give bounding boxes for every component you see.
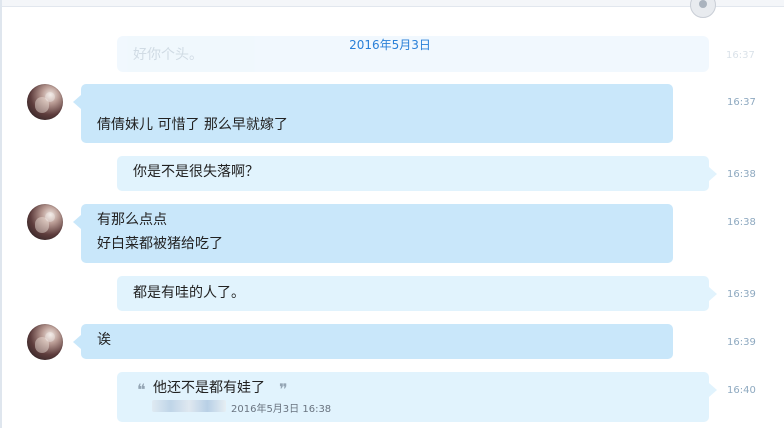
outgoing-message-bubble[interactable]: 都是有哇的人了。: [117, 276, 717, 311]
sender-avatar[interactable]: [27, 204, 63, 240]
message-time: 16:38: [727, 169, 756, 180]
date-separator: 2016年5月3日: [349, 38, 431, 52]
message-time: 16:40: [727, 385, 756, 396]
message-time: 16:37: [727, 97, 756, 108]
message-text: 你是不是很失落啊？: [133, 164, 259, 180]
outgoing-quote-bubble[interactable]: ❝ 他还不是都有娃了 ❞ 2016年5月3日 16:38: [117, 372, 717, 424]
message-time: 16:38: [727, 217, 756, 228]
message-text: 都是有哇的人了。: [133, 285, 245, 301]
quoted-text: 他还不是都有娃了: [153, 380, 265, 396]
blurred-sender-name: [152, 400, 226, 412]
contact-avatar-icon[interactable]: [690, 0, 716, 18]
sender-avatar[interactable]: [27, 84, 63, 120]
quote-open-icon: ❝: [137, 380, 146, 399]
previous-message-time: 16:37: [726, 50, 755, 61]
window-top-border: [0, 0, 784, 7]
quoted-message[interactable]: ❝ 他还不是都有娃了 ❞ 2016年5月3日 16:38: [137, 376, 697, 424]
quoted-timestamp: 2016年5月3日 16:38: [231, 404, 332, 415]
incoming-message-bubble[interactable]: 有那么点点 好白菜都被猪给吃了: [73, 204, 673, 263]
message-text: 倩倩妹儿 可惜了 那么早就嫁了: [97, 117, 288, 133]
message-text-line-1: 有那么点点: [97, 212, 167, 228]
incoming-message-bubble[interactable]: 倩倩妹儿 可惜了 那么早就嫁了: [73, 84, 673, 143]
message-text: 诶: [97, 332, 111, 348]
window-left-border: [0, 0, 2, 428]
message-time: 16:39: [727, 337, 756, 348]
incoming-message-bubble[interactable]: 诶: [73, 324, 673, 359]
outgoing-message-bubble[interactable]: 你是不是很失落啊？: [117, 156, 717, 191]
message-text-line-2: 好白菜都被猪给吃了: [97, 236, 223, 252]
message-time: 16:39: [727, 289, 756, 300]
sender-avatar[interactable]: [27, 324, 63, 360]
previous-message-text: 好你个头。: [133, 47, 203, 63]
